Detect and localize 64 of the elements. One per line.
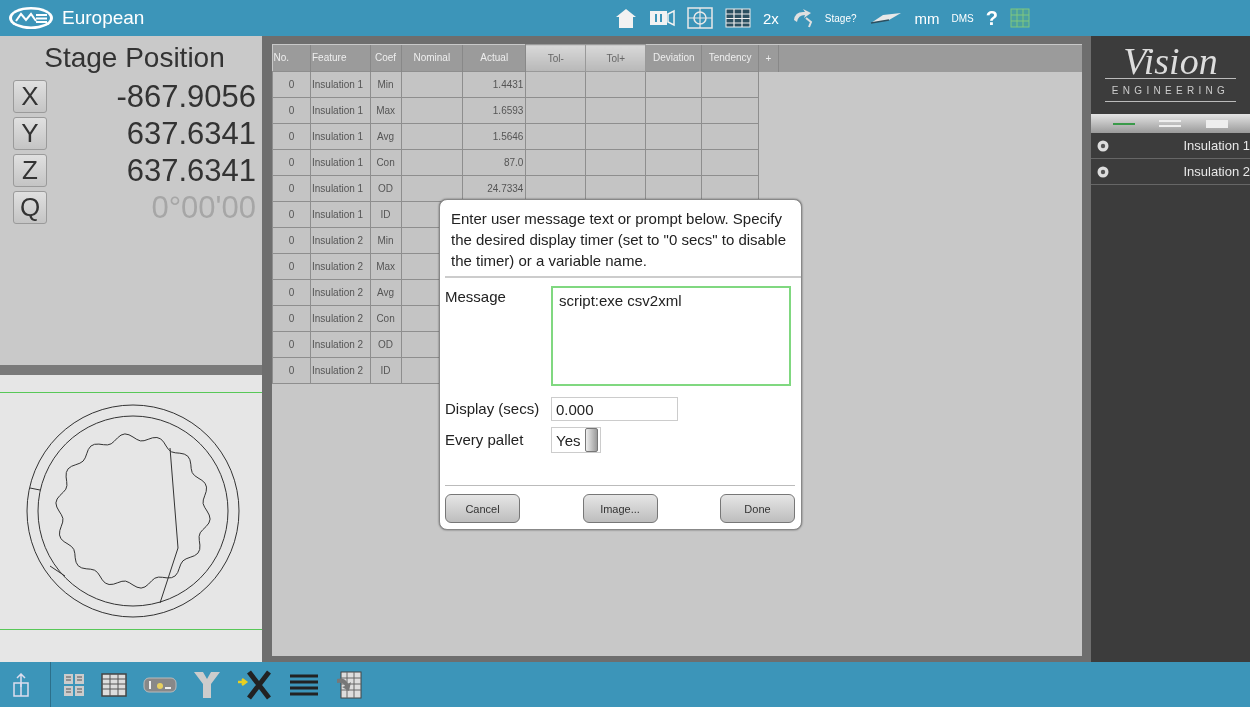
column-header: Tendency — [701, 44, 759, 72]
table-import-icon[interactable] — [335, 670, 363, 699]
delete-x-icon[interactable] — [237, 669, 273, 700]
prompt-text: Enter user message text or prompt below. Specify the desired display timer (set to "0 secs" to disable the timer) or a variable name. — [445, 200, 801, 278]
column-header: Actual — [462, 44, 526, 72]
logo-icon[interactable] — [8, 6, 54, 30]
done-button[interactable]: Done — [720, 494, 795, 523]
feature-item[interactable]: Insulation 1 — [1091, 133, 1250, 159]
column-header: No. — [272, 44, 311, 72]
column-header: Feature — [310, 44, 371, 72]
column-header: Coef — [370, 44, 402, 72]
field-label: Every pallet — [445, 430, 525, 448]
lines-icon[interactable] — [289, 672, 319, 697]
table-cell: 0 — [272, 97, 311, 124]
axis-button[interactable]: Y — [13, 117, 47, 150]
axis-value: 637.6341 — [125, 152, 256, 189]
table-cell: 0 — [272, 123, 311, 150]
pause-camera-icon[interactable] — [649, 9, 675, 27]
column-header: Nominal — [401, 44, 463, 72]
radio-icon[interactable] — [1097, 139, 1109, 152]
message-field[interactable]: script:exe csv2xml — [551, 286, 791, 386]
home-icon[interactable] — [615, 7, 637, 29]
display-time-field[interactable]: 0.000 — [551, 397, 678, 421]
axis-value: -867.9056 — [115, 78, 256, 115]
table-cell: 0 — [272, 279, 311, 306]
column-header[interactable]: Tol+ — [585, 44, 646, 72]
feature-label: Insulation 2 — [1183, 164, 1250, 179]
table-cell: 1.4431 — [462, 71, 526, 98]
column-header: Deviation — [645, 44, 702, 72]
image-button[interactable]: Image... — [582, 494, 658, 523]
probe-icon[interactable] — [868, 11, 903, 25]
table-cell: 0 — [272, 149, 311, 176]
table-cell: 0 — [272, 175, 311, 202]
column-header: + — [758, 44, 779, 72]
field-label: Message — [445, 287, 507, 305]
axis-button[interactable]: Z — [13, 154, 47, 187]
table-cell: 0 — [272, 71, 311, 98]
feature-item[interactable]: Insulation 2 — [1091, 159, 1250, 185]
logo-wordmark: Vision — [1105, 44, 1236, 79]
axis-value: 637.6341 — [125, 115, 256, 152]
table-icon[interactable] — [101, 672, 127, 697]
logo-tagline: ENGINEERING — [1105, 79, 1236, 102]
feature-label: Insulation 1 — [1183, 138, 1250, 153]
column-header[interactable]: Tol- — [525, 44, 586, 72]
crosshair-icon[interactable] — [687, 7, 713, 29]
table-cell: 0 — [272, 305, 311, 332]
table-cell: Min — [370, 71, 402, 98]
radio-icon[interactable] — [1097, 165, 1109, 178]
field-label: Display (secs) — [445, 399, 541, 417]
table-cell: 0 — [272, 357, 311, 384]
table-cell: 0 — [272, 331, 311, 358]
table-cell: 0 — [272, 201, 311, 228]
table-cell: 0 — [272, 227, 311, 254]
fork-icon[interactable] — [193, 670, 221, 699]
pallet-toggle[interactable]: Yes — [551, 427, 601, 453]
export-icon[interactable] — [12, 672, 30, 697]
documents-icon[interactable] — [63, 672, 85, 697]
counter-icon[interactable] — [143, 676, 177, 693]
cancel-button[interactable]: Cancel — [445, 494, 520, 523]
axis-button[interactable]: X — [13, 80, 47, 113]
table-cell: Insulation 1 — [310, 71, 371, 98]
app-title: European — [62, 7, 146, 29]
panel-title: Stage Position — [43, 42, 226, 74]
table-cell: 0 — [272, 253, 311, 280]
